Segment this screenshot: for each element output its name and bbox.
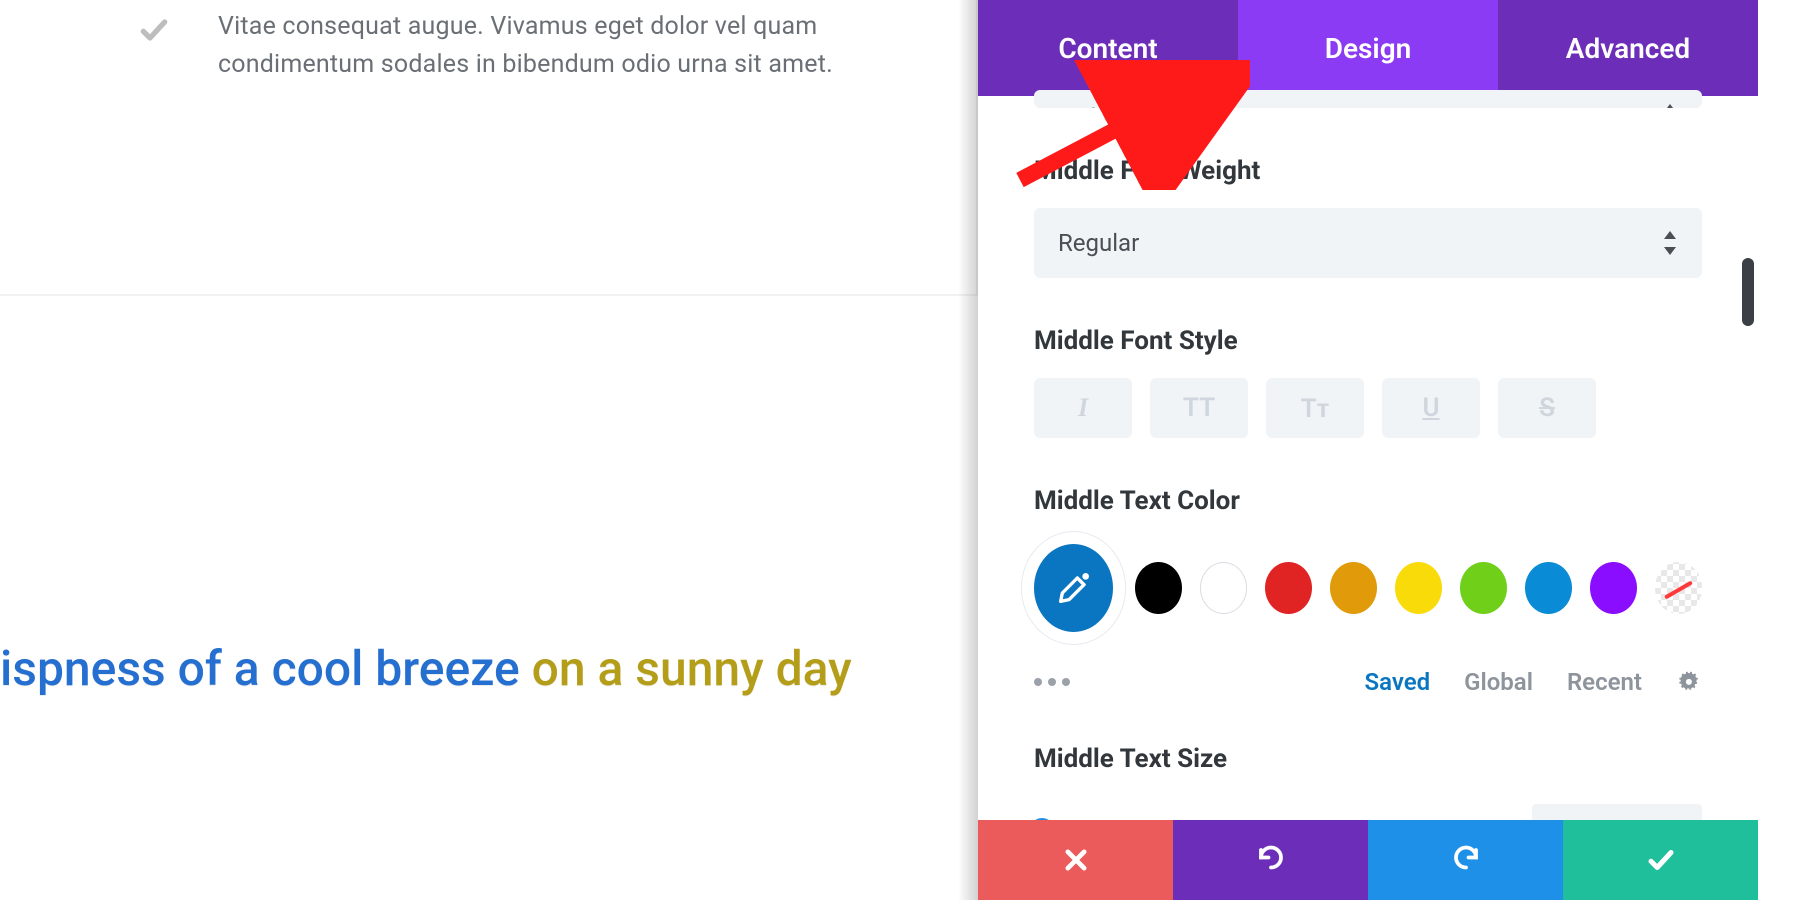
swatch-white[interactable] <box>1200 562 1247 614</box>
uppercase-button[interactable]: TT <box>1150 378 1248 438</box>
bullet-list-item: Vitae consequat augue. Vivamus eget dolo… <box>138 8 838 83</box>
sample-text: ispness of a cool breeze on a sunny day <box>0 640 978 697</box>
color-palette-tabs: Saved Global Recent <box>1034 668 1702 696</box>
color-tab-saved[interactable]: Saved <box>1364 668 1430 696</box>
panel-footer <box>978 820 1758 900</box>
more-dots-icon[interactable] <box>1034 678 1082 686</box>
font-style-label: Middle Font Style <box>1034 326 1702 356</box>
sample-text-part-a: ispness of a cool breeze <box>0 640 532 697</box>
font-weight-label: Middle Font Weight <box>1034 156 1702 186</box>
color-tab-recent[interactable]: Recent <box>1567 668 1642 696</box>
check-icon <box>138 14 170 46</box>
italic-button[interactable]: I <box>1034 378 1132 438</box>
color-tab-global[interactable]: Global <box>1464 668 1533 696</box>
tab-advanced[interactable]: Advanced <box>1498 0 1758 96</box>
scrollbar-thumb[interactable] <box>1742 258 1754 326</box>
swatch-black[interactable] <box>1135 562 1182 614</box>
underline-button[interactable]: U <box>1382 378 1480 438</box>
sort-arrows-icon <box>1664 231 1678 255</box>
undo-icon <box>1256 845 1286 875</box>
sort-arrows-icon <box>1664 104 1678 108</box>
settings-panel: Content Design Advanced Default Middle F… <box>978 0 1800 900</box>
font-weight-value: Regular <box>1058 229 1139 257</box>
text-size-label: Middle Text Size <box>1034 744 1702 774</box>
swatch-purple[interactable] <box>1590 562 1637 614</box>
close-icon <box>1062 846 1090 874</box>
bullet-text: Vitae consequat augue. Vivamus eget dolo… <box>218 8 838 83</box>
page-preview: Vitae consequat augue. Vivamus eget dolo… <box>0 0 978 900</box>
section-divider <box>0 294 978 296</box>
redo-icon <box>1451 845 1481 875</box>
settings-tabs: Content Design Advanced <box>978 0 1758 96</box>
swatch-green[interactable] <box>1460 562 1507 614</box>
color-swatches <box>1034 544 1702 632</box>
font-weight-select[interactable]: Regular <box>1034 208 1702 278</box>
text-color-label: Middle Text Color <box>1034 486 1702 516</box>
undo-button[interactable] <box>1173 820 1368 900</box>
confirm-button[interactable] <box>1563 820 1758 900</box>
eyedropper-icon <box>1054 568 1094 608</box>
swatch-blue[interactable] <box>1525 562 1572 614</box>
tab-content[interactable]: Content <box>978 0 1238 96</box>
swatch-yellow[interactable] <box>1395 562 1442 614</box>
gear-icon[interactable] <box>1676 669 1702 695</box>
redo-button[interactable] <box>1368 820 1563 900</box>
color-picker-button[interactable] <box>1034 544 1113 632</box>
cancel-button[interactable] <box>978 820 1173 900</box>
swatch-none[interactable] <box>1655 562 1702 614</box>
panel-body: Default Middle Font Weight Regular Middl… <box>978 90 1758 820</box>
sample-text-part-b: on a sunny day <box>532 640 852 697</box>
default-select[interactable]: Default <box>1034 90 1702 108</box>
strikethrough-button[interactable]: S <box>1498 378 1596 438</box>
swatch-red[interactable] <box>1265 562 1312 614</box>
tab-design[interactable]: Design <box>1238 0 1498 96</box>
swatch-orange[interactable] <box>1330 562 1377 614</box>
default-select-value: Default <box>1058 104 1135 108</box>
check-icon <box>1646 845 1676 875</box>
smallcaps-button[interactable]: Tᴛ <box>1266 378 1364 438</box>
font-style-buttons: I TT Tᴛ U S <box>1034 378 1702 438</box>
